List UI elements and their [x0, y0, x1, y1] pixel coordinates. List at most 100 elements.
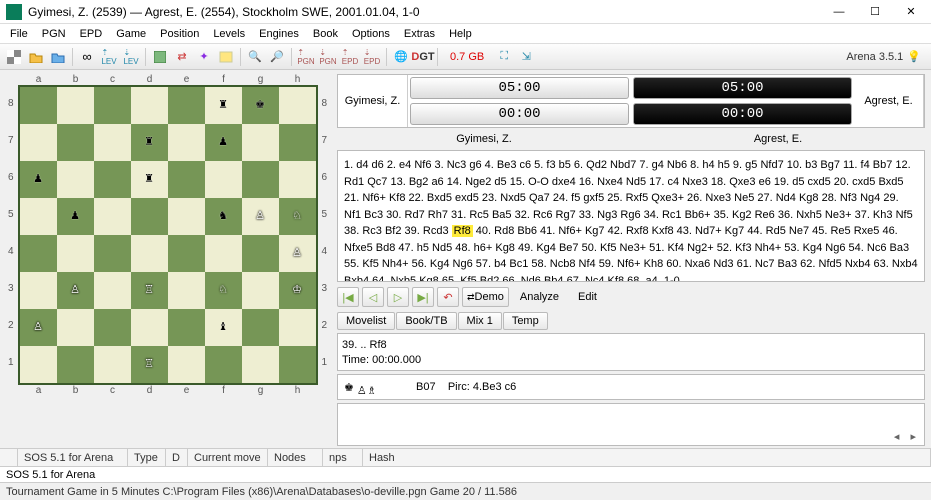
menu-extras[interactable]: Extras: [398, 26, 441, 42]
menu-help[interactable]: Help: [443, 26, 478, 42]
piece-wn[interactable]: ♘: [292, 211, 302, 222]
square-c4[interactable]: [94, 235, 131, 272]
square-c2[interactable]: [94, 309, 131, 346]
piece-bk[interactable]: ♚: [255, 100, 265, 111]
moves-panel[interactable]: 1. d4 d6 2. e4 Nf6 3. Nc3 g6 4. Be3 c6 5…: [337, 150, 925, 282]
square-b7[interactable]: [57, 124, 94, 161]
menu-game[interactable]: Game: [110, 26, 152, 42]
square-h3[interactable]: ♔: [279, 272, 316, 309]
square-f2[interactable]: ♝: [205, 309, 242, 346]
open-icon[interactable]: [26, 47, 46, 67]
chessboard[interactable]: ♜ ♚ ♜ ♟ ♟ ♜ ♟ ♞ ♙ ♘ ♙ ♙ ♖ ♘ ♔ ♙ ♝ ♖: [18, 85, 318, 385]
square-g6[interactable]: [242, 161, 279, 198]
square-a6[interactable]: ♟: [20, 161, 57, 198]
analyze-link[interactable]: Analyze: [512, 291, 567, 303]
nav-next-button[interactable]: ▷: [387, 287, 409, 307]
square-c1[interactable]: [94, 346, 131, 383]
piece-br[interactable]: ♜: [144, 137, 154, 148]
square-g4[interactable]: [242, 235, 279, 272]
square-d1[interactable]: ♖: [131, 346, 168, 383]
square-a5[interactable]: [20, 198, 57, 235]
nav-prev-button[interactable]: ◁: [362, 287, 384, 307]
menu-levels[interactable]: Levels: [207, 26, 251, 42]
square-b6[interactable]: [57, 161, 94, 198]
piece-bb[interactable]: ♝: [218, 322, 228, 333]
square-f4[interactable]: [205, 235, 242, 272]
square-g3[interactable]: [242, 272, 279, 309]
square-e3[interactable]: [168, 272, 205, 309]
nav-last-button[interactable]: ▶|: [412, 287, 434, 307]
square-d2[interactable]: [131, 309, 168, 346]
menu-pgn[interactable]: PGN: [36, 26, 72, 42]
next-icon[interactable]: [48, 47, 68, 67]
square-a2[interactable]: ♙: [20, 309, 57, 346]
nav-first-button[interactable]: |◀: [337, 287, 359, 307]
square-h5[interactable]: ♘: [279, 198, 316, 235]
piece-wp[interactable]: ♙: [255, 211, 265, 222]
piece-wr[interactable]: ♖: [144, 285, 154, 296]
current-move-highlight[interactable]: Rf8: [452, 225, 473, 237]
board-icon[interactable]: [4, 47, 24, 67]
pgn-down-icon[interactable]: ⇣PGN: [318, 47, 338, 67]
square-h4[interactable]: ♙: [279, 235, 316, 272]
piece-wk[interactable]: ♔: [292, 285, 302, 296]
square-a4[interactable]: [20, 235, 57, 272]
piece-br[interactable]: ♜: [144, 174, 154, 185]
square-d6[interactable]: ♜: [131, 161, 168, 198]
square-g5[interactable]: ♙: [242, 198, 279, 235]
epd-down-icon[interactable]: ⇣EPD: [362, 47, 382, 67]
menu-book[interactable]: Book: [307, 26, 344, 42]
square-d5[interactable]: [131, 198, 168, 235]
square-d4[interactable]: [131, 235, 168, 272]
square-f5[interactable]: ♞: [205, 198, 242, 235]
maximize-button[interactable]: ☐: [861, 2, 889, 22]
square-g8[interactable]: ♚: [242, 87, 279, 124]
tab-mix-1[interactable]: Mix 1: [458, 312, 502, 330]
square-f1[interactable]: [205, 346, 242, 383]
star-icon[interactable]: ✦: [194, 47, 214, 67]
piece-wp[interactable]: ♙: [292, 248, 302, 259]
square-h2[interactable]: [279, 309, 316, 346]
zoom-out-icon[interactable]: 🔎: [267, 47, 287, 67]
minimize-button[interactable]: —: [825, 2, 853, 22]
square-e4[interactable]: [168, 235, 205, 272]
square-a8[interactable]: [20, 87, 57, 124]
status-engine[interactable]: SOS 5.1 for Arena: [18, 449, 128, 466]
square-h7[interactable]: [279, 124, 316, 161]
lev-down-icon[interactable]: ⇣LEV: [121, 47, 141, 67]
tab-book-tb[interactable]: Book/TB: [396, 312, 456, 330]
nav-demo-button[interactable]: ⇄Demo: [462, 287, 509, 307]
square-e1[interactable]: [168, 346, 205, 383]
square-g2[interactable]: [242, 309, 279, 346]
collapse-icon[interactable]: ⇲: [516, 47, 536, 67]
zoom-in-icon[interactable]: 🔍: [245, 47, 265, 67]
square-f6[interactable]: [205, 161, 242, 198]
cube-icon[interactable]: [150, 47, 170, 67]
square-h8[interactable]: [279, 87, 316, 124]
square-b2[interactable]: [57, 309, 94, 346]
menu-engines[interactable]: Engines: [253, 26, 305, 42]
square-c3[interactable]: [94, 272, 131, 309]
piece-bp[interactable]: ♟: [218, 137, 228, 148]
piece-wn[interactable]: ♘: [218, 285, 228, 296]
menu-options[interactable]: Options: [346, 26, 396, 42]
scroll-arrows-icon[interactable]: ◂ ▸: [894, 430, 920, 443]
square-f3[interactable]: ♘: [205, 272, 242, 309]
square-g1[interactable]: [242, 346, 279, 383]
square-a1[interactable]: [20, 346, 57, 383]
piece-wp[interactable]: ♙: [70, 285, 80, 296]
square-e5[interactable]: [168, 198, 205, 235]
piece-bp[interactable]: ♟: [33, 174, 43, 185]
square-e2[interactable]: [168, 309, 205, 346]
globe-icon[interactable]: 🌐: [391, 47, 411, 67]
square-c7[interactable]: [94, 124, 131, 161]
square-b8[interactable]: [57, 87, 94, 124]
infinity-icon[interactable]: ∞: [77, 47, 97, 67]
square-d3[interactable]: ♖: [131, 272, 168, 309]
square-b1[interactable]: [57, 346, 94, 383]
square-c6[interactable]: [94, 161, 131, 198]
square-b3[interactable]: ♙: [57, 272, 94, 309]
square-b4[interactable]: [57, 235, 94, 272]
piece-br[interactable]: ♜: [218, 100, 228, 111]
piece-bp[interactable]: ♟: [70, 211, 80, 222]
